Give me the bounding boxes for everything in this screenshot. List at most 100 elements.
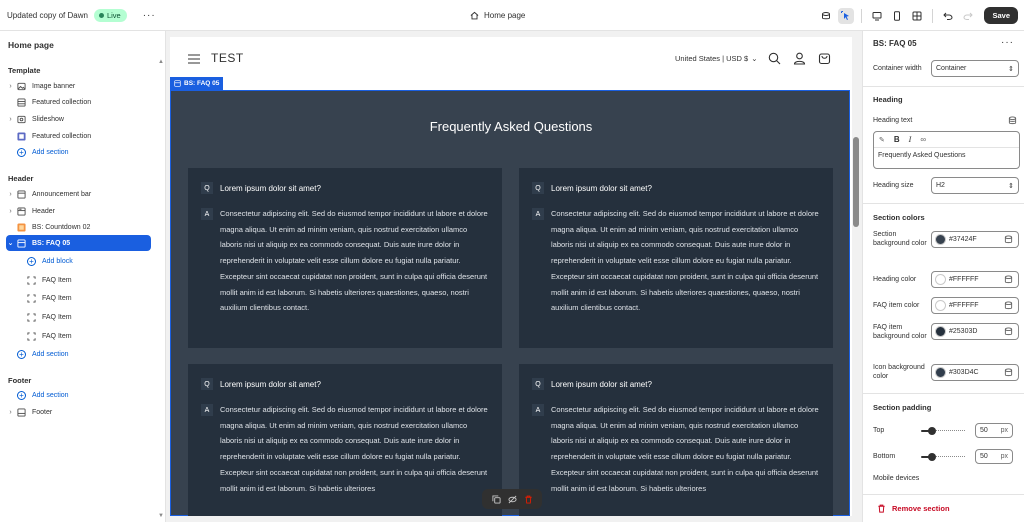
faq-card[interactable]: Q Lorem ipsum dolor sit amet? A Consectetu… [188, 364, 502, 516]
slideshow-icon [17, 115, 26, 123]
heading-size-select[interactable]: H2 ⇕ [931, 177, 1019, 194]
padding-top-value[interactable]: 50 [980, 427, 988, 434]
inspector-icon[interactable] [838, 7, 855, 24]
padding-bottom-slider[interactable] [921, 452, 965, 461]
sidebar-item-faq-05[interactable]: ⌄ BS: FAQ 05 [6, 235, 151, 251]
sidebar-item-slideshow[interactable]: › Slideshow [6, 111, 151, 127]
section-tag-label: BS: FAQ 05 [184, 80, 220, 87]
faq-card[interactable]: Q Lorem ipsum dolor sit amet? A Consectetu… [519, 168, 833, 348]
slider-handle[interactable] [928, 426, 936, 435]
undo-icon[interactable] [940, 8, 956, 24]
footer-add-section-button[interactable]: + Add section [6, 387, 151, 403]
sidebar-item-announcement-bar[interactable]: › Announcement bar [6, 186, 151, 202]
sidebar-item-countdown[interactable]: BS: Countdown 02 [6, 219, 151, 235]
store-header[interactable]: TEST United States | USD $ ⌄ [170, 37, 852, 82]
account-icon[interactable] [793, 52, 806, 65]
faq-card[interactable]: Q Lorem ipsum dolor sit amet? A Consectetu… [519, 364, 833, 516]
padding-bottom-value[interactable]: 50 [980, 453, 988, 460]
page-selector[interactable]: Home page [470, 0, 525, 31]
heading-text-editor[interactable]: ✎ B I ∞ Frequently Asked Questions [873, 131, 1020, 169]
theme-more-button[interactable]: ··· [143, 10, 156, 21]
header-add-section-button[interactable]: + Add section [6, 346, 151, 362]
icon-background-color-field[interactable]: #303D4C [931, 364, 1019, 381]
add-block-button[interactable]: + Add block [25, 253, 151, 269]
faq-item-color-field[interactable]: #FFFFFF [931, 297, 1019, 314]
dynamic-source-icon[interactable] [1004, 301, 1013, 310]
dynamic-source-icon[interactable] [1004, 327, 1013, 336]
chevron-right-icon[interactable]: › [6, 83, 15, 90]
color-label: Heading color [873, 276, 917, 283]
heading-text-value[interactable]: Frequently Asked Questions [874, 148, 1019, 163]
sidebar-item-header[interactable]: › Header [6, 203, 151, 219]
dynamic-source-icon[interactable] [1004, 275, 1013, 284]
delete-icon[interactable] [524, 495, 533, 504]
faq-card[interactable]: Q Lorem ipsum dolor sit amet? A Consectetu… [188, 168, 502, 348]
dynamic-source-icon[interactable] [1004, 368, 1013, 377]
redo-icon[interactable] [960, 8, 976, 24]
add-block-label: Add block [42, 257, 73, 265]
padding-bottom-input[interactable]: 50 px [975, 449, 1013, 464]
footer-group-title: Footer [8, 376, 32, 385]
plus-circle-icon: + [17, 147, 26, 157]
block-icon [27, 312, 36, 322]
desktop-view-icon[interactable] [869, 8, 885, 24]
color-swatch[interactable] [935, 326, 946, 337]
chevron-right-icon[interactable]: › [6, 191, 15, 198]
section-selection-tag: BS: FAQ 05 [170, 77, 224, 90]
chevron-right-icon[interactable]: › [6, 208, 15, 215]
padding-top-label: Top [873, 427, 885, 434]
color-swatch[interactable] [935, 367, 946, 378]
block-faq-item[interactable]: FAQ Item [25, 328, 151, 344]
color-swatch[interactable] [935, 234, 946, 245]
chevron-right-icon[interactable]: › [6, 409, 15, 416]
locale-selector[interactable]: United States | USD $ ⌄ [675, 54, 758, 63]
preview-scrollbar[interactable] [852, 37, 860, 516]
cart-icon[interactable] [818, 52, 831, 65]
mobile-view-icon[interactable] [889, 8, 905, 24]
save-button[interactable]: Save [984, 7, 1018, 24]
section-padding-title: Section padding [873, 403, 932, 412]
dynamic-source-icon[interactable] [1004, 235, 1013, 244]
sidebar-item-featured-collection-2[interactable]: Featured collection [6, 128, 151, 144]
heading-color-field[interactable]: #FFFFFF [931, 271, 1019, 288]
padding-top-input[interactable]: 50 px [975, 423, 1013, 438]
color-swatch[interactable] [935, 300, 946, 311]
faq-section[interactable]: Frequently Asked Questions Q Lorem ipsum … [170, 90, 850, 516]
color-value: #FFFFFF [949, 276, 979, 283]
sidebar-item-label: Featured collection [32, 98, 92, 106]
sidebar-item-image-banner[interactable]: › Image banner [6, 78, 151, 94]
heading-size-value: H2 [936, 182, 945, 189]
trash-icon [878, 504, 885, 513]
chevron-right-icon[interactable]: › [6, 116, 15, 123]
fullscreen-view-icon[interactable] [909, 8, 925, 24]
block-faq-item[interactable]: FAQ Item [25, 272, 151, 288]
section-background-color-field[interactable]: #37424F [931, 231, 1019, 248]
bold-icon[interactable]: B [894, 135, 900, 144]
container-width-select[interactable]: Container ⇕ [931, 60, 1019, 77]
chevron-down-icon[interactable]: ⌄ [6, 239, 15, 247]
preview-scrollbar-thumb[interactable] [853, 137, 859, 227]
settings-more-button[interactable]: ··· [1001, 37, 1014, 48]
color-swatch[interactable] [935, 274, 946, 285]
padding-top-slider[interactable] [921, 426, 965, 435]
duplicate-icon[interactable] [491, 494, 501, 504]
dynamic-source-icon[interactable] [1008, 116, 1017, 125]
sidebar-scroll-up-icon[interactable]: ▲ [158, 59, 164, 65]
hamburger-menu-icon[interactable] [188, 54, 200, 64]
hide-icon[interactable] [507, 495, 517, 504]
sidebar-item-featured-collection[interactable]: Featured collection [6, 94, 151, 110]
store-logo[interactable]: TEST [211, 51, 244, 65]
sidebar-item-footer[interactable]: › Footer [6, 404, 151, 420]
faq-item-background-color-field[interactable]: #25303D [931, 323, 1019, 340]
block-faq-item[interactable]: FAQ Item [25, 309, 151, 325]
store-icon[interactable] [818, 8, 834, 24]
remove-section-button[interactable]: Remove section [863, 494, 1024, 522]
italic-icon[interactable]: I [909, 135, 912, 144]
magic-icon[interactable]: ✎ [879, 136, 885, 144]
search-icon[interactable] [768, 52, 781, 65]
block-faq-item[interactable]: FAQ Item [25, 290, 151, 306]
slider-handle[interactable] [928, 452, 936, 461]
sidebar-scroll-down-icon[interactable]: ▼ [158, 513, 164, 519]
link-icon[interactable]: ∞ [920, 135, 926, 144]
template-add-section-button[interactable]: + Add section [6, 144, 151, 160]
